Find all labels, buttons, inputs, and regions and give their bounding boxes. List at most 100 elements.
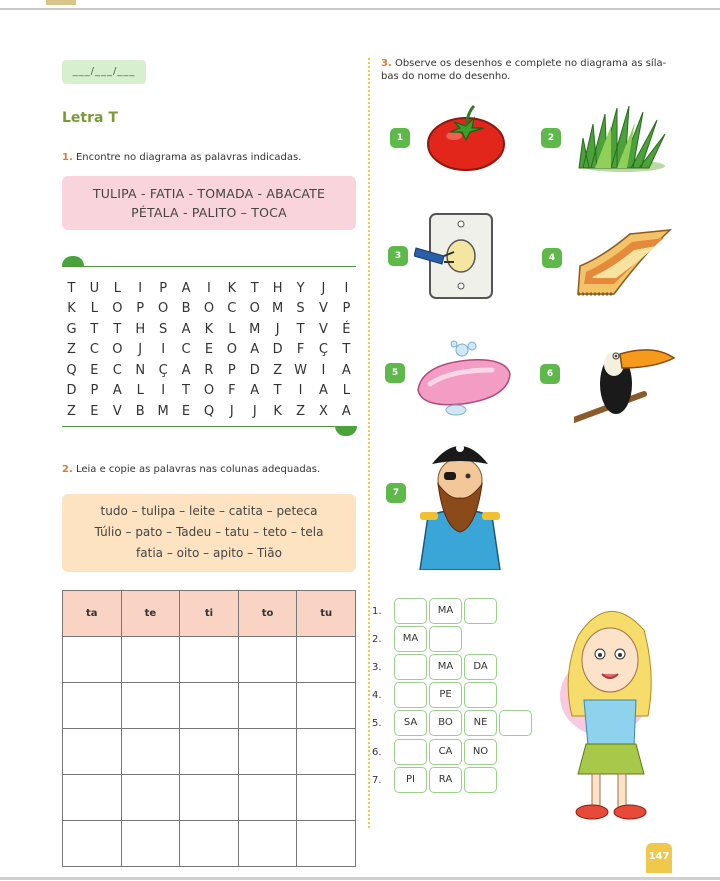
syllable-blank-cell[interactable] (394, 682, 427, 708)
answer-cell[interactable] (62, 636, 122, 683)
answer-cell[interactable] (296, 728, 356, 775)
answer-cell[interactable] (179, 728, 239, 775)
answer-cell[interactable] (120, 682, 181, 729)
grid-letter[interactable]: C (177, 342, 196, 357)
syllable-blank-cell[interactable] (499, 710, 532, 736)
grid-letter[interactable]: I (154, 383, 173, 398)
grid-letter[interactable]: L (85, 301, 104, 316)
grid-letter[interactable]: O (108, 342, 127, 357)
answer-cell[interactable] (179, 636, 239, 683)
grid-letter[interactable]: J (245, 404, 264, 419)
grid-letter[interactable]: J (131, 342, 150, 357)
grid-letter[interactable]: T (291, 322, 310, 337)
grid-letter[interactable]: J (268, 322, 287, 337)
grid-letter[interactable]: J (222, 404, 241, 419)
grid-letter[interactable]: E (85, 363, 104, 378)
grid-letter[interactable]: Z (62, 404, 81, 419)
grid-letter[interactable]: F (222, 383, 241, 398)
grid-letter[interactable]: A (245, 383, 264, 398)
answer-cell[interactable] (62, 820, 122, 867)
grid-letter[interactable]: J (314, 281, 333, 296)
syllable-blank-cell[interactable] (429, 626, 462, 652)
answer-cell[interactable] (296, 682, 356, 729)
grid-letter[interactable]: M (245, 322, 264, 337)
grid-letter[interactable]: A (177, 322, 196, 337)
grid-letter[interactable]: I (291, 383, 310, 398)
grid-letter[interactable]: M (154, 404, 173, 419)
grid-letter[interactable]: É (337, 322, 356, 337)
grid-letter[interactable]: K (222, 281, 241, 296)
grid-letter[interactable]: B (131, 404, 150, 419)
grid-letter[interactable]: O (108, 301, 127, 316)
grid-letter[interactable]: O (222, 342, 241, 357)
grid-letter[interactable]: D (62, 383, 81, 398)
grid-letter[interactable]: A (177, 281, 196, 296)
grid-letter[interactable]: E (199, 342, 218, 357)
syllable-blank-cell[interactable] (394, 654, 427, 680)
grid-letter[interactable]: O (199, 383, 218, 398)
grid-letter[interactable]: O (245, 301, 264, 316)
grid-letter[interactable]: N (131, 363, 150, 378)
grid-letter[interactable]: V (108, 404, 127, 419)
grid-letter[interactable]: P (154, 281, 173, 296)
grid-letter[interactable]: U (85, 281, 104, 296)
grid-letter[interactable]: A (337, 404, 356, 419)
grid-letter[interactable]: Q (62, 363, 81, 378)
syllable-blank-cell[interactable] (394, 739, 427, 765)
answer-cell[interactable] (237, 682, 298, 729)
word-search-grid[interactable]: TULIPAIKTHYJIKLOPOBOCOMSVPGTTHSAKLMJTVÉZ… (62, 278, 356, 422)
answer-cell[interactable] (296, 820, 356, 867)
grid-letter[interactable]: Z (291, 404, 310, 419)
answer-cell[interactable] (179, 774, 239, 821)
grid-letter[interactable]: C (108, 363, 127, 378)
grid-letter[interactable]: E (85, 404, 104, 419)
syllable-blank-cell[interactable] (464, 767, 497, 793)
grid-letter[interactable]: K (62, 301, 81, 316)
grid-letter[interactable]: L (108, 281, 127, 296)
grid-letter[interactable]: V (314, 301, 333, 316)
grid-letter[interactable]: D (245, 363, 264, 378)
grid-letter[interactable]: Y (291, 281, 310, 296)
grid-letter[interactable]: T (108, 322, 127, 337)
grid-letter[interactable]: P (337, 301, 356, 316)
grid-letter[interactable]: A (245, 342, 264, 357)
grid-letter[interactable]: Ç (314, 342, 333, 357)
grid-letter[interactable]: Z (62, 342, 81, 357)
answer-cell[interactable] (179, 682, 239, 729)
grid-letter[interactable]: T (337, 342, 356, 357)
grid-letter[interactable]: C (85, 342, 104, 357)
answer-cell[interactable] (120, 820, 181, 867)
grid-letter[interactable]: E (177, 404, 196, 419)
grid-letter[interactable]: K (199, 322, 218, 337)
grid-letter[interactable]: C (222, 301, 241, 316)
grid-letter[interactable]: B (177, 301, 196, 316)
answer-cell[interactable] (120, 728, 181, 775)
answer-cell[interactable] (296, 636, 356, 683)
grid-letter[interactable]: K (268, 404, 287, 419)
grid-letter[interactable]: L (131, 383, 150, 398)
grid-letter[interactable]: T (85, 322, 104, 337)
grid-letter[interactable]: Q (199, 404, 218, 419)
syllable-blank-cell[interactable] (394, 598, 427, 624)
grid-letter[interactable]: O (199, 301, 218, 316)
date-field[interactable]: ___/___/___ (62, 60, 146, 84)
grid-letter[interactable]: I (199, 281, 218, 296)
grid-letter[interactable]: F (291, 342, 310, 357)
grid-letter[interactable]: H (268, 281, 287, 296)
answer-cell[interactable] (179, 820, 239, 867)
grid-letter[interactable]: A (337, 363, 356, 378)
grid-letter[interactable]: Ç (154, 363, 173, 378)
answer-cell[interactable] (62, 682, 122, 729)
answer-cell[interactable] (237, 774, 298, 821)
grid-letter[interactable]: S (154, 322, 173, 337)
grid-letter[interactable]: T (62, 281, 81, 296)
grid-letter[interactable]: X (314, 404, 333, 419)
grid-letter[interactable]: M (268, 301, 287, 316)
grid-letter[interactable]: L (222, 322, 241, 337)
grid-letter[interactable]: P (85, 383, 104, 398)
grid-letter[interactable]: T (177, 383, 196, 398)
grid-letter[interactable]: P (131, 301, 150, 316)
answer-cell[interactable] (237, 728, 298, 775)
answer-cell[interactable] (120, 774, 181, 821)
grid-letter[interactable]: A (177, 363, 196, 378)
